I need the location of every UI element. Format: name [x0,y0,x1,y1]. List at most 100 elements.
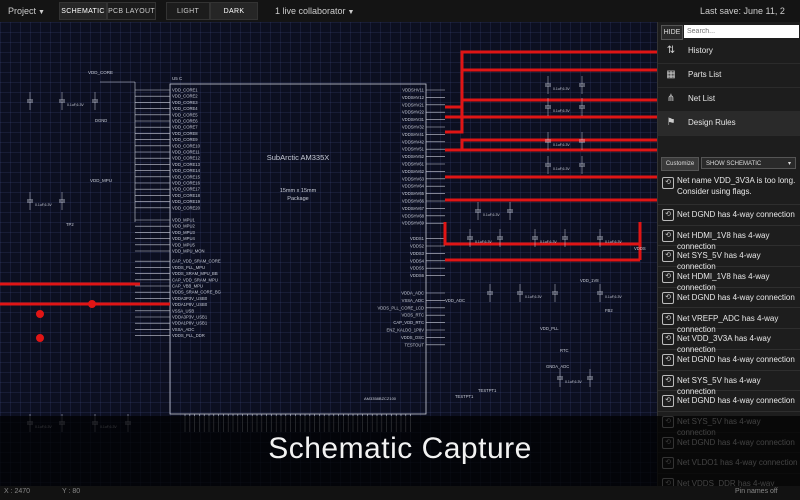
capacitor-value: 0.1uF,6.3V [565,380,582,384]
pin-label-left: VDDA3P3V_USB0 [172,296,208,301]
rule-message-item[interactable]: ⟲Net DGND has 4-way connection [658,349,800,371]
capacitor-value: 0.1uF,6.3V [525,295,542,299]
pin-label-right: VDDSHV32 [402,125,425,130]
nav-net-list[interactable]: ⋔ Net List [658,87,800,112]
pin-label-right: VDDSHV64 [402,184,425,189]
pin-label-left: VDD_CORE7 [172,125,198,130]
pin-label-right: VDDSHV42 [402,139,425,144]
status-bar: X : 2470 Y : 80 Pin names off [0,486,800,500]
chip-ref: U5 C [172,76,183,81]
pin-label-left: VDD_CORE2 [172,94,198,99]
pin-label-left: VDD_MPU3 [172,230,195,235]
capacitor-value: 0.1uF,6.3V [483,213,500,217]
warning-icon: ⟲ [662,209,674,221]
theme-light-button[interactable]: LIGHT [166,2,210,20]
net-label: TP2 [66,222,74,227]
pin-label-left: CAP_VDD_SRAM_CORE [172,259,221,264]
pin-label-right: VDDSHV22 [402,110,425,115]
rule-message-item[interactable]: ⟲ Net VREFP_ADC has 4-way connection [658,308,800,334]
tab-pcb-layout[interactable]: PCB LAYOUT [107,2,156,20]
net-label: VDD_PLL [540,326,559,331]
rule-message-text: Net name VDD_3V3A is too long. Consider … [677,176,796,196]
pin-label-left: VDDS_PLL_MPU [172,265,205,270]
pin-label-right: VDDSHV69 [402,221,425,226]
customize-button[interactable]: Customize [661,157,699,171]
capacitor-value: 0.1uF,6.3V [67,103,84,107]
rule-message-item[interactable]: ⟲ Net VDD_3V3A has 4-way connection [658,328,800,354]
pin-label-right: VDDS1 [410,236,425,241]
rule-message-item[interactable]: ⟲ Net HDMI_1V8 has 4-way connection [658,225,800,251]
pin-label-right: VDDSHV12 [402,95,425,100]
hide-button[interactable]: HIDE [661,25,683,40]
net-label: VDDS [634,246,646,251]
net-label: GNDA_ADC [546,364,569,369]
net-label: VDD_1V8 [580,278,599,283]
nav-parts-list[interactable]: ▦ Parts List [658,63,800,88]
pin-label-left: VDD_CORE16 [172,181,201,186]
pin-label-left: VDD_MPU1 [172,218,195,223]
chip-title: SubArctic AM335X [267,153,330,162]
project-menu-label: Project [8,6,37,16]
chip-package-line1: 15mm x 15mm [280,188,317,194]
pin-label-right: VDDSHV31 [402,117,425,122]
rule-message-item[interactable]: ⟲Net SYS_5V has 4-way connection [658,245,800,271]
warning-icon: ⟲ [662,312,674,325]
rule-message-item[interactable]: ⟲Net DGND has 4-way connection [658,390,800,412]
rule-message-item[interactable]: ⟲ Net HDMI_1V8 has 4-way connection [658,266,800,292]
theme-dark-button[interactable]: DARK [210,2,258,20]
pin-label-left: VDD_CORE10 [172,143,201,148]
pin-label-right: VDDSHV21 [402,102,425,107]
pin-label-right: VDDSHV63 [402,176,425,181]
pin-label-right: VSSA_ADC [402,298,424,303]
capacitor-value: 0.1uF,6.3V [475,240,492,244]
chevron-down-icon: ▼ [38,9,45,16]
warning-icon: ⟲ [662,353,674,366]
chip-outline [169,83,427,415]
collaborator-label: 1 live collaborator [275,6,346,16]
pin-label-left: VDD_CORE6 [172,119,198,124]
pin-label-right: VDDS2 [410,244,425,249]
nav-design-rules[interactable]: ⚑ Design Rules [658,111,800,136]
project-menu[interactable]: Project ▼ [8,0,45,22]
pin-label-left: CAP_VBB_MPU [172,284,203,289]
rule-message-item[interactable]: ⟲ Net name VDD_3V3A is too long. Consider… [658,172,800,205]
pin-label-right: VDDS3 [410,251,425,256]
pin-label-left: VDD_MPU5 [172,242,195,247]
pin-label-right: VDDSHV65 [402,191,425,196]
show-schematic-select[interactable]: SHOW SCHEMATIC ▾ [701,157,796,169]
net-label: VDD_ADC [445,298,465,303]
pin-label-left: VDD_CORE11 [172,150,200,155]
nav-design-rules-label: Design Rules [688,118,736,127]
collaborator-menu[interactable]: 1 live collaborator ▼ [275,0,354,22]
rule-message-item[interactable]: ⟲Net DGND has 4-way connection [658,287,800,309]
rule-message-text: Net DGND has 4-way connection [677,210,795,219]
pin-names-status: Pin names off [735,488,778,495]
pin-label-right: VDDS_OSC [401,335,424,340]
pin-label-left: VSSA_ADC [172,327,194,332]
pin-label-left: VDDS_PLL_DDR [172,333,205,338]
pin-label-right: VDDSHV51 [402,147,425,152]
search-input[interactable] [684,25,799,38]
pin-label-right: VDDSHV66 [402,199,425,204]
pin-label-left: VDD_MPU2 [172,224,195,229]
capacitor-value: 0.1uF,6.3V [553,143,570,147]
pin-label-left: VDDA1P8V_USB1 [172,321,208,326]
pin-label-left: VDD_CORE8 [172,131,198,136]
pin-label-right: TESTOUT [405,342,425,347]
pin-label-left: VDD_CORE18 [172,193,201,198]
capacitor-value: 0.1uF,6.3V [605,295,622,299]
pin-label-left: VDD_CORE4 [172,106,198,111]
pin-label-right: VDDSHV68 [402,213,425,218]
pin-label-right: VDDS_RTC [402,313,425,318]
pin-label-left: VDD_CORE14 [172,168,201,173]
nav-history[interactable]: ⇅ History [658,39,800,64]
pin-label-left: VDDS_SRAM_MPU_BB [172,271,218,276]
rule-message-item[interactable]: ⟲Net DGND has 4-way connection [658,204,800,226]
tab-schematic[interactable]: SCHEMATIC [59,2,107,20]
rule-message-item[interactable]: ⟲Net SYS_5V has 4-way connection [658,370,800,396]
pin-label-left: VDDA1P8V_USB0 [172,302,208,307]
pin-label-left: VDD_MPU_MON [172,249,205,254]
pin-label-right: VDDSHV62 [402,169,425,174]
capacitor-value: 0.1uF,6.3V [553,87,570,91]
junction-dot [88,300,96,308]
